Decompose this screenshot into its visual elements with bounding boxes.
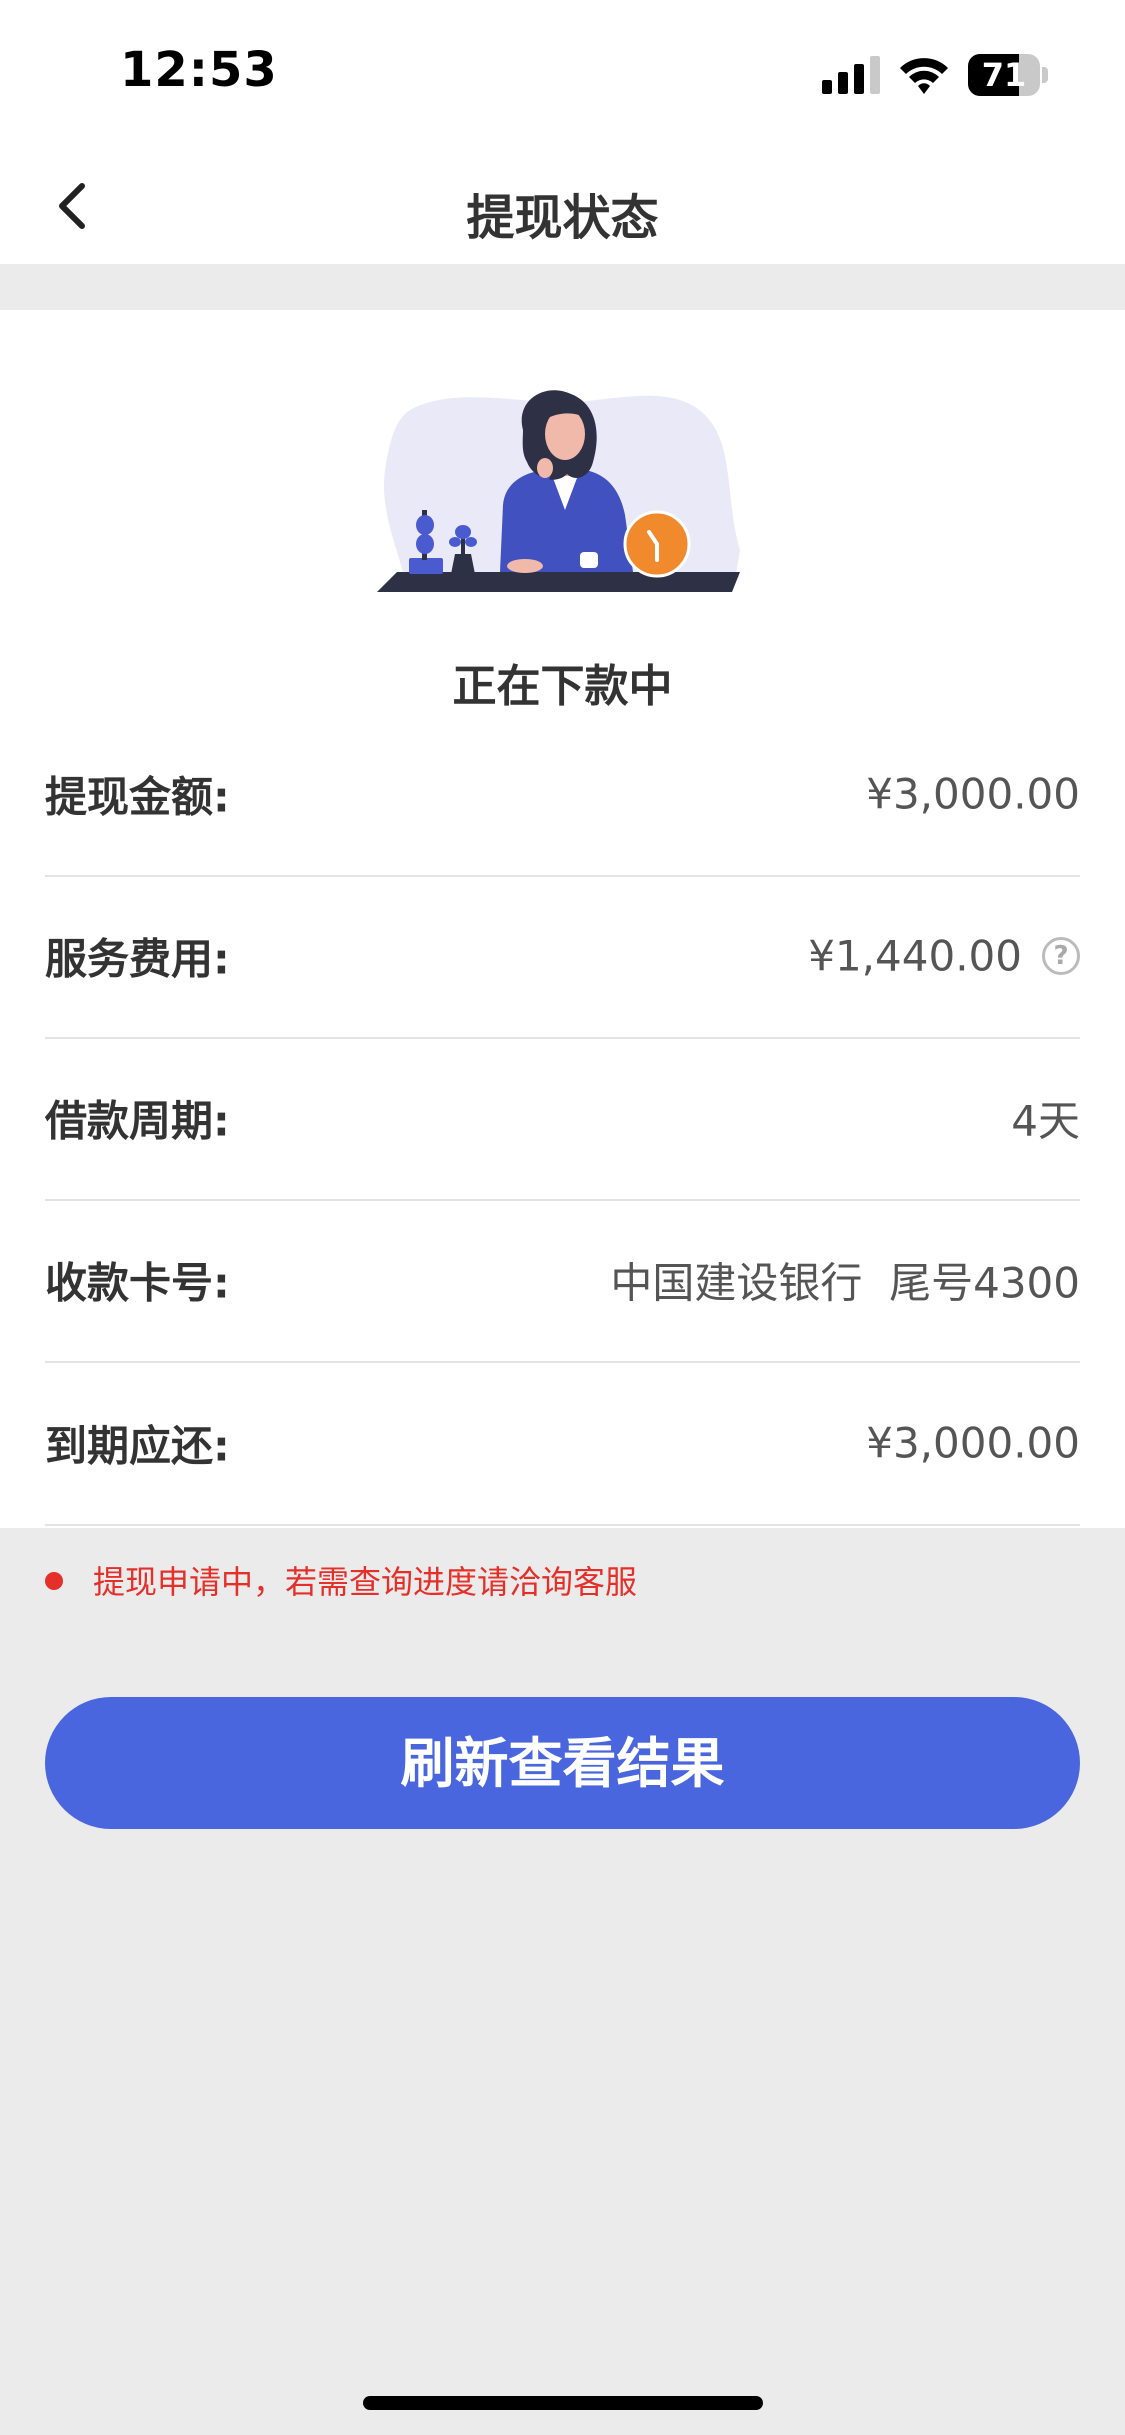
detail-label: 收款卡号: bbox=[45, 1258, 230, 1308]
detail-row-service-fee: 服务费用: ¥1,440.00 ? bbox=[45, 875, 1080, 1039]
nav-bar: 提现状态 bbox=[0, 150, 1125, 264]
page-title: 提现状态 bbox=[466, 190, 659, 246]
detail-value: ¥1,440.00 bbox=[808, 931, 1022, 981]
woman-waiting-clock-illustration bbox=[375, 390, 750, 606]
battery-icon: 71 bbox=[968, 54, 1048, 96]
notice-text: 提现申请中，若需查询进度请洽询客服 bbox=[93, 1563, 638, 1601]
detail-row-due-amount: 到期应还: ¥3,000.00 bbox=[45, 1362, 1080, 1526]
detail-row-loan-period: 借款周期: 4天 bbox=[45, 1037, 1080, 1201]
detail-value: ¥3,000.00 bbox=[866, 769, 1080, 819]
status-bar: 12:53 71 bbox=[0, 0, 1125, 150]
detail-label: 提现金额: bbox=[45, 772, 230, 822]
detail-label: 到期应还: bbox=[45, 1421, 230, 1471]
home-indicator[interactable] bbox=[363, 2396, 763, 2410]
detail-row-card-number: 收款卡号: 中国建设银行 尾号4300 bbox=[45, 1199, 1080, 1363]
wifi-icon bbox=[898, 54, 950, 96]
detail-label: 服务费用: bbox=[45, 934, 230, 984]
status-heading: 正在下款中 bbox=[452, 661, 673, 712]
warning-dot-icon bbox=[45, 1572, 63, 1590]
detail-value: 4天 bbox=[1011, 1096, 1080, 1146]
signal-icon bbox=[822, 56, 882, 94]
question-icon[interactable]: ? bbox=[1042, 937, 1080, 975]
detail-label: 借款周期: bbox=[45, 1096, 230, 1146]
detail-value: ¥3,000.00 bbox=[866, 1418, 1080, 1468]
battery-level: 71 bbox=[981, 56, 1027, 94]
status-card: 正在下款中 提现金额: ¥3,000.00 服务费用: ¥1,440.00 ? … bbox=[0, 310, 1125, 1528]
refresh-result-button[interactable]: 刷新查看结果 bbox=[45, 1697, 1080, 1829]
status-time: 12:53 bbox=[120, 42, 278, 98]
detail-value: 中国建设银行 尾号4300 bbox=[610, 1258, 1080, 1308]
detail-row-amount: 提现金额: ¥3,000.00 bbox=[45, 713, 1080, 877]
